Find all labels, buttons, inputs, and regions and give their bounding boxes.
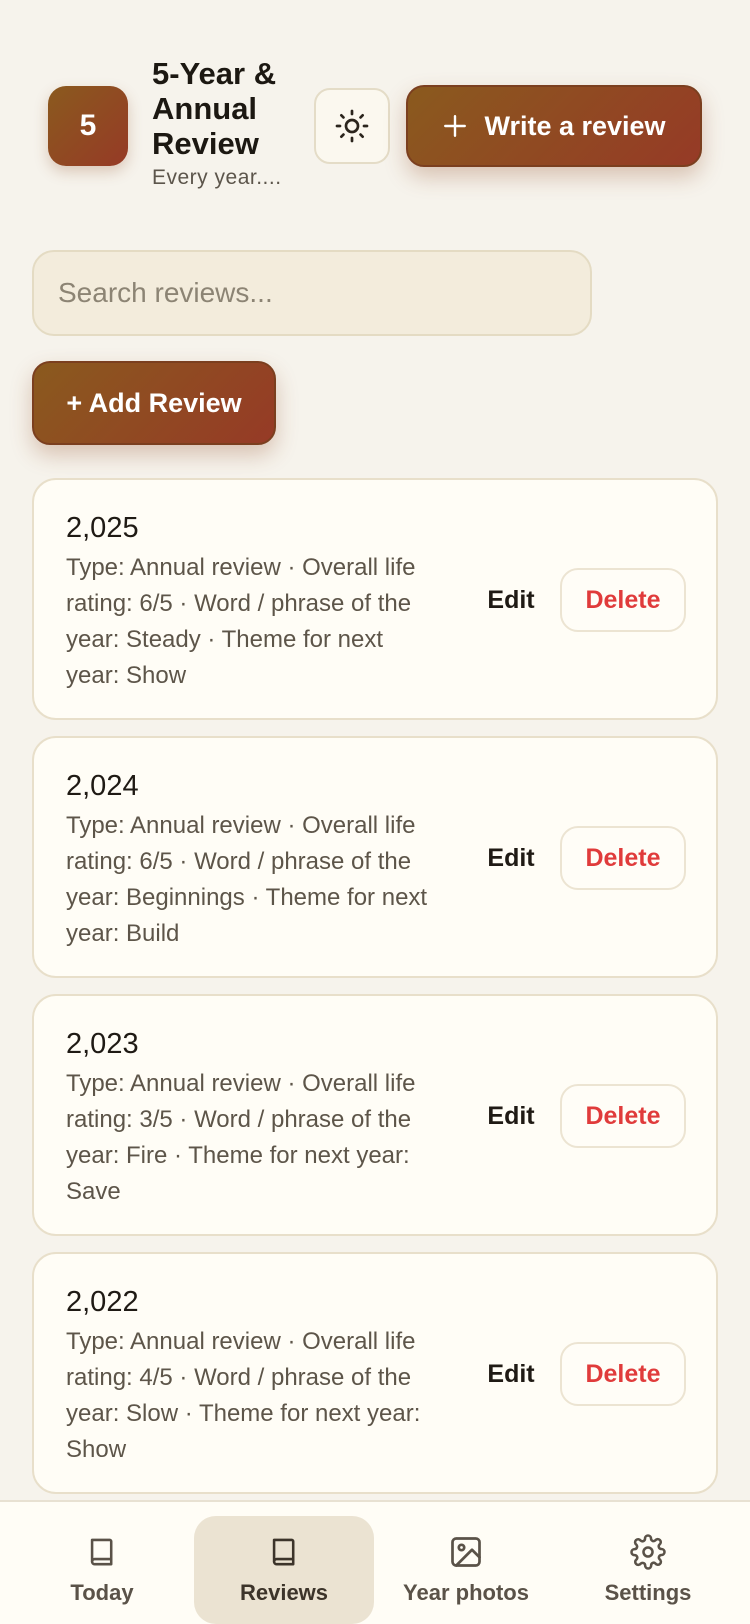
review-description: Type: Annual review · Overall life ratin… [66, 812, 428, 947]
review-card: 2,023 Type: Annual review · Overall life… [32, 994, 718, 1236]
app-logo: 5 [48, 86, 128, 166]
nav-label: Settings [604, 1580, 692, 1605]
edit-button[interactable]: Edit [474, 1342, 548, 1406]
delete-button[interactable]: Delete [560, 1342, 686, 1406]
bottom-nav: Today Reviews Year photos Settings [0, 1500, 750, 1624]
write-review-label: Write a review [484, 110, 666, 141]
add-review-button[interactable]: + Add Review [32, 361, 276, 445]
edit-button[interactable]: Edit [474, 826, 548, 890]
edit-button[interactable]: Edit [474, 1084, 548, 1148]
theme-toggle-button[interactable] [314, 88, 390, 164]
review-card: 2,025 Type: Annual review · Overall life… [32, 478, 718, 720]
review-year: 2,024 [66, 770, 139, 802]
search-input[interactable] [32, 250, 592, 336]
review-card: 2,022 Type: Annual review · Overall life… [32, 1252, 718, 1494]
app-title: 5-Year & Annual Review [152, 56, 277, 161]
review-card: 2,024 Type: Annual review · Overall life… [32, 736, 718, 978]
edit-button[interactable]: Edit [474, 568, 548, 632]
nav-item-today[interactable]: Today [12, 1516, 192, 1624]
nav-item-reviews[interactable]: Reviews [194, 1516, 374, 1624]
delete-button[interactable]: Delete [560, 826, 686, 890]
review-description: Type: Annual review · Overall life ratin… [66, 1328, 421, 1463]
book-icon [272, 1538, 295, 1566]
delete-button[interactable]: Delete [560, 568, 686, 632]
review-description: Type: Annual review · Overall life ratin… [66, 1070, 416, 1205]
book-icon [90, 1538, 113, 1566]
review-year: 2,023 [66, 1028, 139, 1060]
page: 5 5-Year & Annual Review Every year.... … [0, 0, 750, 1624]
app-subtitle: Every year.... [152, 166, 282, 189]
review-year: 2,022 [66, 1286, 139, 1318]
write-review-button[interactable]: Write a review [406, 85, 702, 167]
review-year: 2,025 [66, 512, 139, 544]
sun-icon [335, 109, 369, 143]
nav-item-settings[interactable]: Settings [558, 1516, 738, 1624]
gear-icon [630, 1534, 666, 1570]
nav-item-year-photos[interactable]: Year photos [376, 1516, 556, 1624]
plus-icon [444, 115, 467, 137]
delete-button[interactable]: Delete [560, 1084, 686, 1148]
image-icon [451, 1537, 481, 1567]
nav-label: Year photos [403, 1580, 529, 1605]
nav-label: Reviews [239, 1580, 329, 1605]
nav-label: Today [70, 1580, 134, 1605]
review-description: Type: Annual review · Overall life ratin… [66, 554, 416, 689]
